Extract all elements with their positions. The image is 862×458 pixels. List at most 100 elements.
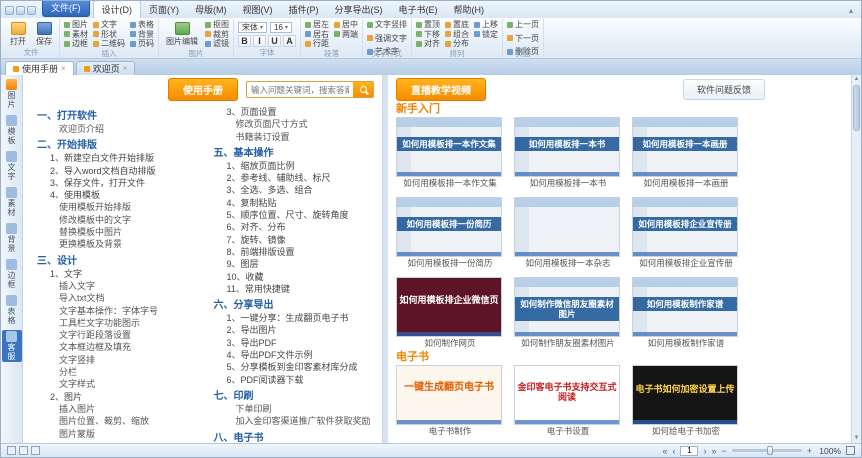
menu-tab[interactable]: 母版(M) [187,1,235,18]
menu-tab[interactable]: 文件(F) [42,0,90,17]
side-toolbar-item[interactable]: 边框 [2,258,22,290]
toc-entry[interactable]: 6、对齐、分布 [214,221,379,233]
toc-entry[interactable]: 导入txt文档 [37,292,202,304]
fit-page-icon[interactable] [846,446,855,455]
ribbon-button[interactable]: 边框 [64,39,88,49]
toc-entry[interactable]: 10、收藏 [214,271,379,283]
menu-tab[interactable]: 页面(Y) [141,1,187,18]
video-card[interactable]: 如何用模板排一份简历 如何用模板排一份简历 [396,197,504,269]
font-style-button[interactable]: A [283,35,296,47]
video-card[interactable]: 如何用模板排一本作文集 如何用模板排一本作文集 [396,117,504,189]
menu-tab[interactable]: 设计(D) [93,0,142,18]
ribbon-button[interactable]: 背景 [130,30,154,40]
video-card[interactable]: 金印客电子书支持交互式阅读 电子书设置 [514,365,622,437]
video-card[interactable]: 如何用模板排一本画册 如何用模板排一本画册 [632,117,740,189]
close-icon[interactable]: × [123,64,128,73]
toc-entry[interactable]: 4、使用模板 [37,189,202,201]
toc-entry[interactable]: 9、图层 [214,258,379,270]
toc-entry[interactable]: 3、保存文件，打开文件 [37,177,202,189]
ribbon-button[interactable]: 分布 [445,39,469,49]
ribbon-button[interactable]: 滤镜 [205,39,229,49]
scroll-up-icon[interactable]: ▲ [854,76,860,83]
ribbon-button[interactable]: 居左 [305,20,329,30]
toc-entry[interactable]: 使用模板开始排版 [37,201,202,213]
scroll-down-icon[interactable]: ▼ [854,435,860,442]
ribbon-button[interactable]: 文字 [93,20,125,30]
zoom-in-icon[interactable]: + [807,446,812,456]
first-page-icon[interactable]: « [662,446,667,456]
toc-entry[interactable]: 5、分享模板到金印客素材库分成 [214,361,379,373]
document-tab[interactable]: 欢迎页 × [76,61,136,75]
toc-entry[interactable]: 1、新建空白文件开始排版 [37,152,202,164]
side-toolbar-item[interactable]: 图片 [2,78,22,110]
toc-entry[interactable]: 修改页面尺寸方式 [214,118,379,130]
ribbon-button[interactable]: 表格 [130,20,154,30]
prev-page-icon[interactable]: ‹ [672,446,675,456]
zoom-slider[interactable] [732,449,802,452]
zoom-slider-thumb[interactable] [767,446,773,455]
toc-entry[interactable]: 2、图片 [37,391,202,403]
image-edit-button[interactable]: 图片编辑 [163,22,201,47]
ribbon-button[interactable]: 组合 [445,30,469,40]
last-page-icon[interactable]: » [711,446,716,456]
close-icon[interactable]: × [61,64,66,73]
toc-entry[interactable]: 1、文字 [37,268,202,280]
font-style-button[interactable]: U [268,35,281,47]
video-card[interactable]: 如何制作微信朋友圈素材图片 如何制作朋友圈素材图片 [514,277,622,349]
video-card[interactable]: 如何用模板排企业宣传册 如何用模板排企业宣传册 [632,197,740,269]
font-style-button[interactable]: B [238,35,251,47]
feedback-button[interactable]: 软件问题反馈 [683,79,765,100]
ribbon-button[interactable]: 形状 [93,30,125,40]
toc-entry[interactable]: 书籍装订设置 [214,131,379,143]
zoom-out-icon[interactable]: − [721,446,726,456]
toc-entry[interactable]: 3、页面设置 [214,106,379,118]
toc-entry[interactable]: 2、导出图片 [214,324,379,336]
ribbon-button[interactable]: 两端 [334,30,358,40]
menu-tab[interactable]: 帮助(H) [446,1,493,18]
video-card[interactable]: 如何用模板排企业微信页 如何制作网页 [396,277,504,349]
next-page-icon[interactable]: › [703,446,706,456]
ribbon-button[interactable]: 素材 [64,30,88,40]
toc-entry[interactable]: 三、设计 [37,255,202,268]
toc-entry[interactable]: 五、基本操作 [214,147,379,160]
toc-entry[interactable]: 5、顺序位置、尺寸、旋转角度 [214,209,379,221]
font-size-select[interactable]: 16▾ [270,22,292,33]
ribbon-button[interactable]: 锁定 [474,30,498,40]
toc-entry[interactable]: 7、旋转、镜像 [214,234,379,246]
toc-entry[interactable]: 加入金印客渠道推广软件获取奖励 [214,415,379,427]
toc-entry[interactable]: 文字行距段落设置 [37,329,202,341]
ribbon-button[interactable]: 置底 [445,20,469,30]
tab-live-videos[interactable]: 直播教学视频 [396,78,486,101]
font-style-button[interactable]: I [253,35,266,47]
toc-entry[interactable]: 工具栏文字功能图示 [37,317,202,329]
ribbon-button[interactable]: 对齐 [416,39,440,49]
tab-manual[interactable]: 使用手册 [168,78,238,101]
undo-icon[interactable] [16,6,25,15]
toc-entry[interactable]: 文字样式 [37,378,202,390]
search-input[interactable] [247,85,353,95]
ribbon-button[interactable]: 图片 [64,20,88,30]
ribbon-button[interactable]: 上移 [474,20,498,30]
ribbon-button[interactable]: 文字竖排 [367,20,407,30]
toc-entry[interactable]: 11、常用快捷键 [214,283,379,295]
side-toolbar-item[interactable]: 背景 [2,222,22,254]
view-mode-spread-icon[interactable] [19,446,28,455]
toc-entry[interactable]: 6、PDF阅读器下载 [214,374,379,386]
view-mode-single-icon[interactable] [7,446,16,455]
ribbon-button[interactable]: 下一页 [507,34,539,44]
ribbon-button[interactable]: 页码 [130,39,154,49]
menu-tab[interactable]: 分享导出(S) [327,1,391,18]
video-card[interactable]: 如何用模板排一本杂志 [514,197,622,269]
side-toolbar-item[interactable]: 客服 [2,330,22,362]
menu-tab[interactable]: 插件(P) [281,1,327,18]
ribbon-button[interactable]: 居右 [305,30,329,40]
toc-entry[interactable]: 一、打开软件 [37,110,202,123]
redo-icon[interactable] [27,6,36,15]
video-card[interactable]: 一键生成翻页电子书 电子书制作 [396,365,504,437]
toc-entry[interactable]: 六、分享导出 [214,299,379,312]
menu-tab[interactable]: 电子书(E) [391,1,446,18]
ribbon-button[interactable]: 行距 [305,39,329,49]
vertical-scrollbar[interactable]: ▲ ▼ [851,75,861,443]
toc-entry[interactable]: 替换模板中图片 [37,226,202,238]
scrollbar-thumb[interactable] [853,85,860,131]
